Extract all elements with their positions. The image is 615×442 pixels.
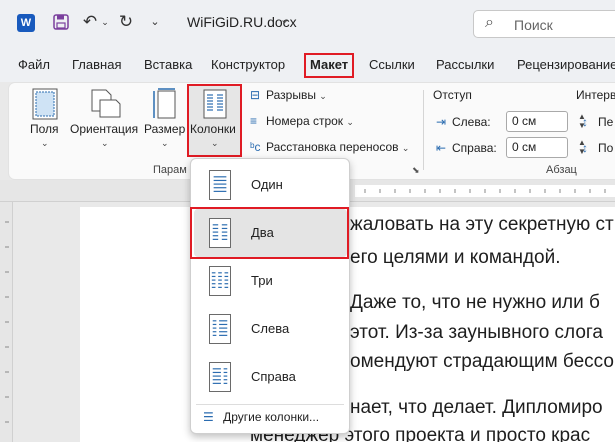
spacing-header: Интерв [576,88,615,102]
tab-home[interactable]: Главная [72,57,121,72]
document-line: Даже то, что не нужно или б [350,292,600,313]
right-column-icon [209,362,231,392]
margins-icon [32,88,58,120]
size-button[interactable]: Размер ⌄ [143,88,187,154]
columns-option-label: Справа [251,369,296,384]
three-columns-icon [209,266,231,296]
orientation-label: Ориентация [70,122,139,136]
tab-design[interactable]: Конструктор [211,57,285,72]
one-column-icon [209,170,231,200]
customize-toolbar-icon[interactable]: ⌄ [148,10,162,34]
tab-review[interactable]: Рецензирование [517,57,615,72]
search-placeholder: Поиск [514,17,553,33]
vertical-ruler-ticks [5,221,9,423]
search-input[interactable]: ⌕ Поиск [473,10,615,38]
columns-icon [203,89,227,119]
spacing-before-label: ↕ Пе [582,115,613,129]
columns-option-three[interactable]: Три [194,257,347,305]
undo-dropdown-icon[interactable]: ⌄ [100,10,110,34]
indent-left-label: ⇥ Слева: [436,115,491,129]
orientation-button[interactable]: Ориентация ⌄ [68,88,140,154]
columns-option-label: Три [251,273,273,288]
spacing-before-icon: ↕ [582,115,588,129]
size-label: Размер [144,122,186,136]
tab-file[interactable]: Файл [18,57,50,72]
vertical-ruler[interactable] [0,202,13,442]
indent-right-input[interactable]: 0 см [506,137,568,158]
tab-mailings[interactable]: Рассылки [436,57,494,72]
columns-option-one[interactable]: Один [194,161,347,209]
page-setup-launcher-icon[interactable]: ⬊ [412,165,420,176]
paragraph-group-label: Абзац [546,164,577,176]
breaks-label: Разрывы [266,88,316,102]
undo-icon[interactable]: ↶ [80,10,100,34]
indent-left-input[interactable]: 0 см [506,111,568,132]
document-line: жаловать на эту секретную ст [350,214,614,235]
spacing-after-icon: ↕ [582,141,588,155]
layout-tab-highlight [304,53,354,78]
page-setup-group-label: Парам [153,164,187,176]
more-columns-label: Другие колонки... [223,410,320,424]
left-column-icon [209,314,231,344]
indent-left-icon: ⇥ [436,115,447,129]
breaks-chevron-icon: ⌄ [319,91,327,101]
title-bar: W ↶ ⌄ ↻ ⌄ WiFiGiD.RU.docx ⌄ ⌕ Поиск [0,0,615,46]
columns-button[interactable]: Колонки ⌄ [187,84,242,157]
group-divider [423,90,424,170]
word-logo-icon: W [17,14,35,32]
breaks-icon: ⊟ [250,88,261,102]
breaks-button[interactable]: ⊟ Разрывы ⌄ [250,88,327,102]
indent-header: Отступ [433,88,472,102]
line-numbers-button[interactable]: ≡ Номера строк ⌄ [250,114,354,128]
columns-option-right[interactable]: Справа [194,353,347,401]
margins-chevron-icon: ⌄ [41,138,49,148]
search-icon: ⌕ [485,14,494,31]
hyphenation-icon: ᵇc [250,140,261,154]
orientation-icon [91,89,121,118]
document-line: нает, что делает. Дипломиро [350,397,603,418]
save-icon[interactable] [50,10,72,34]
size-chevron-icon: ⌄ [161,138,169,148]
indent-right-text: Справа: [452,141,497,155]
columns-chevron-icon: ⌄ [211,138,219,148]
orientation-chevron-icon: ⌄ [101,138,109,148]
line-numbers-chevron-icon: ⌄ [346,117,354,127]
menu-separator [196,404,344,405]
indent-right-icon: ⇤ [436,141,447,155]
columns-dropdown-menu: Один Два Три Слева Справа [190,158,350,434]
spacing-after-text: По [598,141,614,155]
line-numbers-label: Номера строк [266,114,344,128]
more-columns-icon: ☰ [203,410,214,424]
size-icon [153,88,176,119]
document-line: омендуют страдающим бессо [350,351,614,372]
tab-insert[interactable]: Вставка [144,57,192,72]
hyphenation-button[interactable]: ᵇc Расстановка переносов ⌄ [250,140,409,154]
two-columns-highlight [190,207,349,259]
tab-references[interactable]: Ссылки [369,57,415,72]
indent-left-text: Слева: [452,115,491,129]
columns-option-label: Один [251,177,283,192]
columns-option-left[interactable]: Слева [194,305,347,353]
indent-right-label: ⇤ Справа: [436,141,497,155]
document-line: его целями и командой. [350,247,561,268]
margins-label: Поля [30,122,59,136]
hyphenation-chevron-icon: ⌄ [401,143,410,153]
margins-button[interactable]: Поля ⌄ [26,88,64,154]
redo-icon[interactable]: ↻ [116,10,136,34]
spacing-before-text: Пе [598,115,614,129]
spacing-after-label: ↕ По [582,141,613,155]
line-numbers-icon: ≡ [250,114,258,128]
hyphenation-label: Расстановка переносов [266,140,399,154]
document-line: этот. Из-за заунывного слога [350,322,603,343]
more-columns-item[interactable]: ☰ Другие колонки... [193,410,343,430]
title-chevron-down-icon[interactable]: ⌄ [280,13,289,26]
columns-label: Колонки [190,122,236,136]
columns-option-label: Слева [251,321,290,336]
